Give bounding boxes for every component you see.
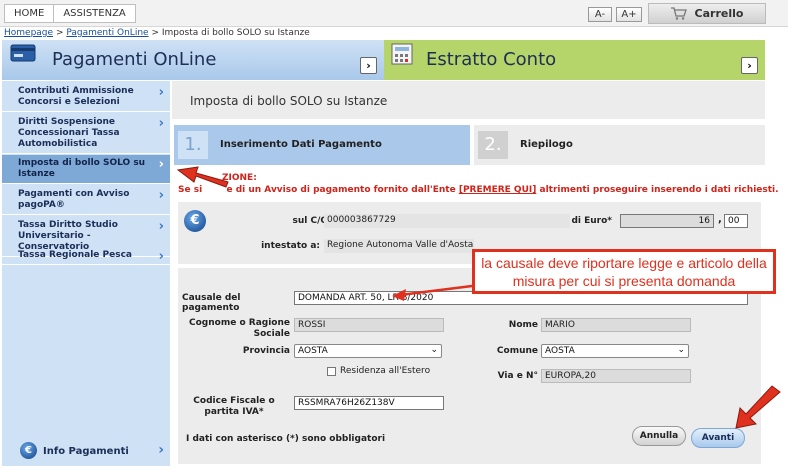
arrow-avanti-icon — [735, 385, 781, 429]
arrow-sidebar-icon — [176, 166, 229, 188]
annotation-arrows — [176, 166, 781, 429]
arrow-causale-icon — [392, 284, 473, 301]
